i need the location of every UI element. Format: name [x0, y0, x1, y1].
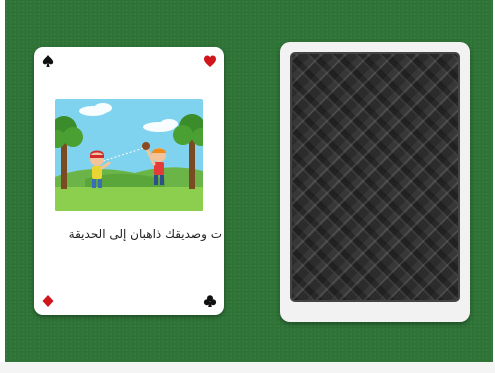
- card-illustration: [55, 99, 203, 211]
- spade-icon: [41, 54, 55, 68]
- face-down-card[interactable]: [280, 42, 470, 322]
- club-icon: [203, 294, 217, 308]
- heart-icon: [203, 54, 217, 68]
- face-up-card[interactable]: ت وصديقك ذاهبان إلى الحديقة: [34, 47, 224, 315]
- bottom-bar: [0, 362, 495, 373]
- card-text: ت وصديقك ذاهبان إلى الحديقة: [68, 227, 222, 241]
- card-back-pattern: [290, 52, 460, 302]
- diamond-icon: [41, 294, 55, 308]
